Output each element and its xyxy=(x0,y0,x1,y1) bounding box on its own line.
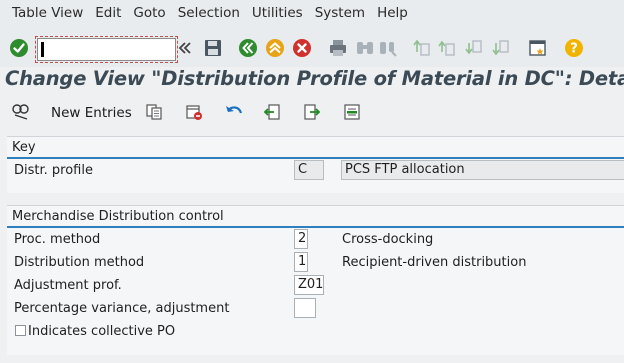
key-group-title: Key xyxy=(12,140,36,155)
proc-method-text: Cross-docking xyxy=(342,232,434,247)
previous-page-icon[interactable] xyxy=(437,38,457,58)
menu-goto[interactable]: Goto xyxy=(127,5,171,21)
next-entry-icon[interactable] xyxy=(303,103,321,121)
collective-po-checkbox[interactable] xyxy=(15,325,26,336)
find-icon[interactable] xyxy=(355,38,375,58)
undo-icon[interactable] xyxy=(224,103,244,121)
application-toolbar: New Entries xyxy=(0,96,624,128)
display-change-icon[interactable] xyxy=(11,103,31,121)
percentage-variance-field[interactable] xyxy=(294,298,316,318)
menu-utilities[interactable]: Utilities xyxy=(246,5,309,21)
save-icon[interactable] xyxy=(203,38,223,58)
next-page-icon[interactable] xyxy=(464,38,484,58)
last-page-icon[interactable] xyxy=(491,38,511,58)
create-session-icon[interactable] xyxy=(528,38,548,58)
menu-system[interactable]: System xyxy=(309,5,371,21)
distr-profile-text-field: PCS FTP allocation xyxy=(341,160,624,180)
distr-profile-field: C xyxy=(294,160,324,180)
adjustment-prof-label: Adjustment prof. xyxy=(14,278,122,293)
command-field[interactable] xyxy=(37,38,176,61)
page-title: Change View "Distribution Profile of Mat… xyxy=(5,67,624,90)
find-next-icon[interactable] xyxy=(378,38,398,58)
merchandise-distribution-title: Merchandise Distribution control xyxy=(12,209,224,224)
distribution-method-field[interactable]: 1 xyxy=(294,252,308,272)
distribution-method-text: Recipient-driven distribution xyxy=(342,255,527,270)
proc-method-label: Proc. method xyxy=(14,232,101,247)
percentage-variance-label: Percentage variance, adjustment xyxy=(14,301,230,316)
previous-entry-icon[interactable] xyxy=(263,103,281,121)
copy-as-icon[interactable] xyxy=(145,103,163,121)
key-group-divider xyxy=(7,157,624,159)
help-icon[interactable]: ? xyxy=(564,38,584,58)
delete-icon[interactable] xyxy=(185,103,203,121)
exit-icon[interactable] xyxy=(265,38,285,58)
distr-profile-label: Distr. profile xyxy=(14,163,93,178)
menu-selection[interactable]: Selection xyxy=(172,5,246,21)
back-icon[interactable] xyxy=(238,38,258,58)
print-icon[interactable] xyxy=(328,38,348,58)
distribution-method-label: Distribution method xyxy=(14,255,145,270)
adjustment-prof-field[interactable]: Z01 xyxy=(294,275,324,295)
new-entries-button[interactable]: New Entries xyxy=(51,105,132,121)
merchandise-distribution-divider xyxy=(7,226,624,228)
svg-text:?: ? xyxy=(570,42,578,57)
proc-method-field[interactable]: 2 xyxy=(294,229,308,249)
enter-icon[interactable] xyxy=(9,38,29,58)
other-entry-icon[interactable] xyxy=(343,103,361,121)
first-page-icon[interactable] xyxy=(412,38,432,58)
menu-help[interactable]: Help xyxy=(371,5,414,21)
collapse-icon[interactable] xyxy=(178,39,192,57)
cancel-icon[interactable] xyxy=(292,38,312,58)
collective-po-label: Indicates collective PO xyxy=(28,324,176,339)
menu-edit[interactable]: Edit xyxy=(89,5,127,21)
menu-table-view[interactable]: Table View xyxy=(0,5,89,21)
menu-bar: Table View Edit Goto Selection Utilities… xyxy=(0,0,624,25)
